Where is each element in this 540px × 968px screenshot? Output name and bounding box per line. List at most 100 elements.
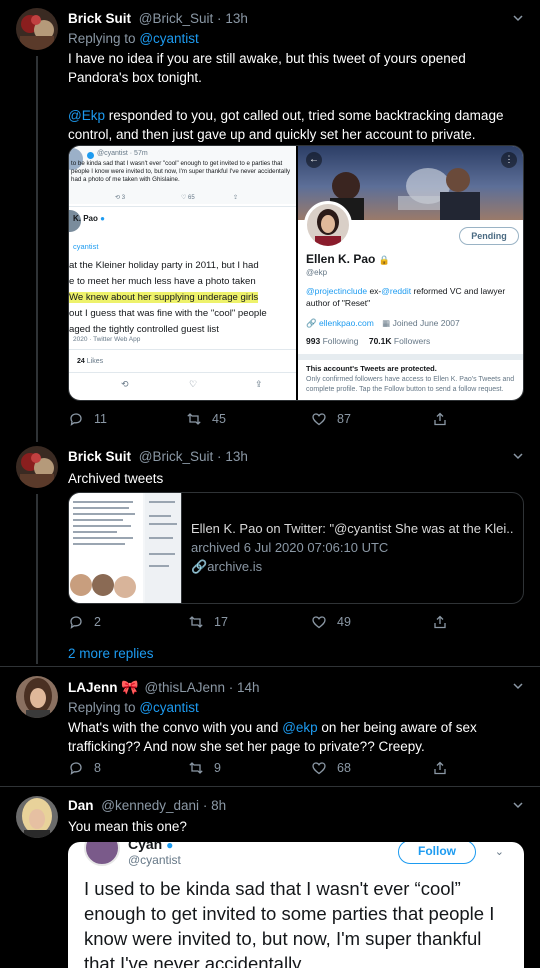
protected-title: This account's Tweets are protected. [306, 364, 437, 373]
more-replies-link[interactable]: 2 more replies [68, 646, 154, 661]
share-button[interactable] [432, 760, 448, 776]
profile-counts: 993 Following 70.1K Followers [306, 336, 431, 346]
share-button[interactable] [432, 411, 448, 427]
tweet-2[interactable]: Brick Suit @Brick_Suit · 13h Archived tw… [0, 442, 540, 664]
link-card[interactable]: Ellen K. Pao on Twitter: "@cyantist She … [68, 492, 524, 604]
reply-button[interactable]: 11 [68, 411, 107, 427]
shot-preview-text: to be kinda sad that I wasn't ever "cool… [71, 160, 291, 183]
mention-link[interactable]: @Ekp [68, 108, 105, 123]
tweet-text: Archived tweets [68, 471, 164, 486]
profile-handle: @ekp [306, 268, 328, 277]
shot-name-fragment: K. Pao ● [73, 214, 105, 223]
shot-like-count: ♡ 65 [181, 195, 195, 201]
like-button[interactable]: 87 [311, 411, 351, 427]
user-handle[interactable]: @Brick_Suit [139, 449, 213, 464]
link-card-thumbnail [69, 493, 181, 603]
share-icon: ⇪ [255, 379, 263, 389]
link-icon: 🔗 [191, 559, 208, 574]
verified-icon: ● [166, 842, 174, 852]
media-image-right[interactable]: ← ⋮ Pending Ellen K. Pao 🔒 @ekp @project… [298, 146, 523, 400]
like-count: 68 [337, 761, 351, 775]
tweet-text: You mean this one? [68, 819, 187, 834]
timestamp[interactable]: 13h [225, 449, 248, 464]
reply-icon [70, 762, 82, 775]
separator: · [202, 798, 208, 813]
retweet-button[interactable]: 9 [188, 760, 221, 776]
reply-button[interactable]: 8 [68, 760, 101, 776]
avatar[interactable] [16, 446, 58, 488]
retweet-icon: ⟲ [121, 379, 129, 389]
tweet-actions: 11 45 87 [68, 411, 448, 431]
media-attachment[interactable]: @cyantist · 57m to be kinda sad that I w… [68, 145, 524, 401]
tweet-header: Dan @kennedy_dani · 8h [68, 797, 524, 815]
like-button[interactable]: 49 [311, 614, 351, 630]
user-handle[interactable]: @kennedy_dani [101, 798, 199, 813]
thread-line [36, 56, 38, 442]
link-card-description: archived 6 Jul 2020 07:06:10 UTC [191, 540, 389, 555]
tweet-1[interactable]: Brick Suit @Brick_Suit · 13h Replying to… [0, 0, 540, 442]
heart-icon [312, 413, 326, 426]
timestamp[interactable]: 14h [237, 680, 260, 695]
like-count: 87 [337, 412, 351, 426]
share-icon: ⇪ [233, 195, 239, 201]
reply-count: 2 [94, 615, 101, 629]
profile-bio: @projectinclude ex-@reddit reformed VC a… [306, 286, 506, 308]
chevron-down-icon[interactable] [512, 680, 524, 692]
retweet-count: 17 [214, 615, 228, 629]
reply-button[interactable]: 2 [68, 614, 101, 630]
timestamp[interactable]: 8h [211, 798, 226, 813]
retweet-button[interactable]: 17 [188, 614, 228, 630]
mention-link[interactable]: @ekp [282, 720, 317, 735]
shot-likes: 24 Likes [77, 358, 104, 365]
display-name[interactable]: LAJenn [68, 680, 118, 695]
chevron-down-icon[interactable] [512, 12, 524, 24]
profile-meta: 🔗 ellenkpao.com ▦ Joined June 2007 [306, 318, 460, 328]
tweet-4[interactable]: Dan @kennedy_dani · 8h You mean this one… [0, 787, 540, 968]
retweet-icon [189, 616, 203, 628]
reply-icon [70, 616, 82, 629]
thread-dots [36, 646, 38, 662]
tweet-text: I have no idea if you are still awake, b… [68, 49, 524, 144]
replying-to-mention[interactable]: @cyantist [139, 700, 198, 715]
retweet-button[interactable]: 45 [186, 411, 226, 427]
heart-icon: ♡ [189, 379, 198, 389]
tweet-3[interactable]: LAJenn 🎀 @thisLAJenn · 14h Replying to @… [0, 667, 540, 787]
separator: · [217, 449, 222, 464]
timestamp[interactable]: 13h [225, 11, 248, 26]
chevron-down-icon[interactable] [512, 450, 524, 462]
share-button[interactable] [432, 614, 448, 630]
media-attachment[interactable]: Cyan ● @cyantist Follow ⌄ I used to be k… [68, 842, 524, 968]
retweet-icon [187, 413, 201, 425]
verified-icon [87, 152, 94, 159]
display-name[interactable]: Brick Suit [68, 449, 131, 464]
share-icon [434, 761, 446, 775]
follow-button: Follow [398, 842, 476, 864]
avatar[interactable] [16, 676, 58, 718]
avatar [84, 842, 120, 866]
avatar[interactable] [16, 796, 58, 838]
retweet-count: 45 [212, 412, 226, 426]
shot-handle: @cyantist [128, 853, 181, 867]
profile-avatar [304, 201, 352, 249]
display-name[interactable]: Dan [68, 798, 94, 813]
link-icon: 🔗 [306, 318, 317, 328]
user-handle[interactable]: @Brick_Suit [139, 11, 213, 26]
avatar[interactable] [16, 8, 58, 50]
shot-retweet-count: ⟲ 3 [115, 195, 126, 201]
user-handle[interactable]: @thisLAJenn [144, 680, 225, 695]
shot-body: at the Kleiner holiday party in 2011, bu… [69, 260, 267, 335]
replying-to-mention[interactable]: @cyantist [139, 31, 198, 46]
like-button[interactable]: 68 [311, 760, 351, 776]
heart-icon [312, 616, 326, 629]
reply-count: 11 [94, 412, 107, 426]
reply-count: 8 [94, 761, 101, 775]
media-image-left[interactable]: @cyantist · 57m to be kinda sad that I w… [69, 146, 296, 400]
shot-text: I used to be kinda sad that I wasn't eve… [84, 878, 495, 968]
shot-name: Cyan ● [128, 842, 173, 852]
replying-to-label: Replying to [68, 31, 136, 46]
display-name[interactable]: Brick Suit [68, 11, 131, 26]
retweet-icon [189, 762, 203, 774]
highlighted-text: We knew about her supplying underage gir… [69, 292, 259, 303]
chevron-down-icon[interactable] [512, 799, 524, 811]
separator: · [228, 680, 234, 695]
